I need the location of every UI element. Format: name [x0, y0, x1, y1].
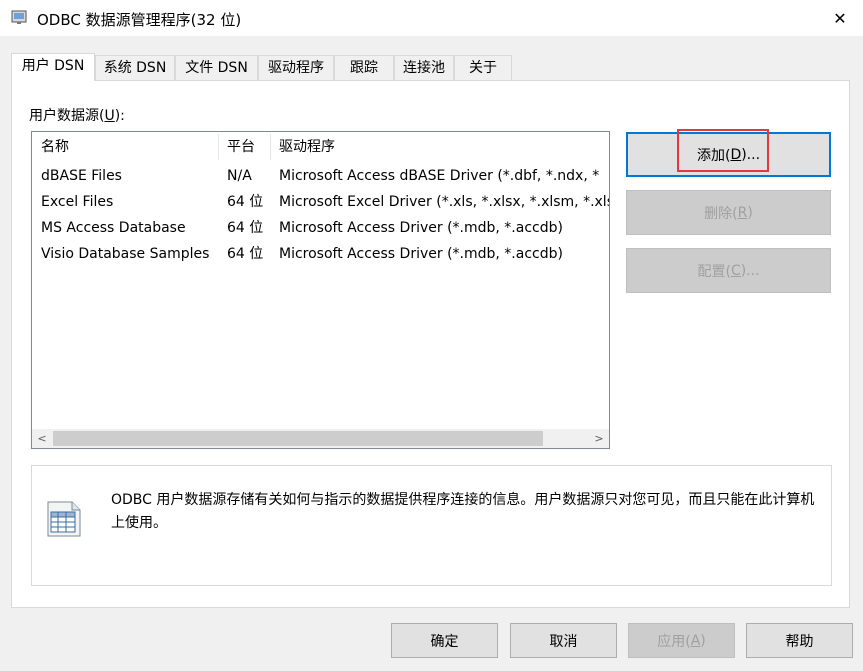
tab-about[interactable]: 关于 [454, 55, 512, 80]
tab-user-dsn[interactable]: 用户 DSN [11, 53, 95, 81]
column-header-platform[interactable]: 平台 [218, 132, 270, 162]
title-bar: ODBC 数据源管理程序(32 位) ✕ [0, 0, 863, 36]
cell-platform: 64 位 [227, 246, 264, 262]
cell-driver: Microsoft Access Driver (*.mdb, *.accdb) [279, 246, 563, 262]
configure-button[interactable]: 配置(C)... [626, 248, 831, 293]
help-button[interactable]: 帮助 [746, 623, 853, 658]
scroll-left-icon[interactable]: < [32, 429, 52, 448]
odbc-app-icon [11, 10, 27, 24]
tab-system-dsn[interactable]: 系统 DSN [95, 55, 175, 80]
cell-driver: Microsoft Excel Driver (*.xls, *.xlsx, *… [279, 194, 610, 210]
tab-tracing[interactable]: 跟踪 [334, 55, 394, 80]
cell-platform: N/A [227, 168, 252, 184]
scroll-right-icon[interactable]: > [589, 429, 609, 448]
info-box: ODBC 用户数据源存储有关如何与指示的数据提供程序连接的信息。用户数据源只对您… [31, 465, 832, 586]
tab-panel-user-dsn: 用户数据源(U): 名称 平台 驱动程序 dBASE Files N/A Mic… [11, 80, 850, 608]
tab-drivers[interactable]: 驱动程序 [258, 55, 334, 80]
cell-name: MS Access Database [41, 220, 186, 236]
cell-name: Excel Files [41, 194, 114, 210]
cell-name: dBASE Files [41, 168, 122, 184]
dialog-client: 用户 DSN 系统 DSN 文件 DSN 驱动程序 跟踪 连接池 关于 用户数据… [0, 36, 863, 671]
cell-driver: Microsoft Access Driver (*.mdb, *.accdb) [279, 220, 563, 236]
cell-name: Visio Database Samples [41, 246, 210, 262]
data-source-list[interactable]: 名称 平台 驱动程序 dBASE Files N/A Microsoft Acc… [31, 131, 610, 449]
column-header-name[interactable]: 名称 [32, 132, 218, 162]
list-item[interactable]: dBASE Files N/A Microsoft Access dBASE D… [32, 163, 609, 189]
list-item[interactable]: Visio Database Samples 64 位 Microsoft Ac… [32, 241, 609, 267]
cell-platform: 64 位 [227, 220, 264, 236]
user-data-sources-label: 用户数据源(U): [29, 108, 125, 124]
remove-button[interactable]: 删除(R) [626, 190, 831, 235]
list-item[interactable]: MS Access Database 64 位 Microsoft Access… [32, 215, 609, 241]
info-text: ODBC 用户数据源存储有关如何与指示的数据提供程序连接的信息。用户数据源只对您… [111, 492, 815, 531]
data-source-icon [47, 501, 81, 537]
tab-file-dsn[interactable]: 文件 DSN [175, 55, 258, 80]
horizontal-scrollbar[interactable]: < > [32, 429, 609, 448]
add-button[interactable]: 添加(D)... [626, 132, 831, 177]
close-icon: ✕ [833, 8, 847, 28]
column-header-driver[interactable]: 驱动程序 [270, 132, 609, 162]
list-header: 名称 平台 驱动程序 [32, 132, 609, 162]
window-title: ODBC 数据源管理程序(32 位) [37, 11, 242, 29]
list-item[interactable]: Excel Files 64 位 Microsoft Excel Driver … [32, 189, 609, 215]
close-button[interactable]: ✕ [817, 0, 863, 36]
tab-connection-pooling[interactable]: 连接池 [394, 55, 454, 80]
apply-button[interactable]: 应用(A) [628, 623, 735, 658]
cell-driver: Microsoft Access dBASE Driver (*.dbf, *.… [279, 168, 600, 184]
ok-button[interactable]: 确定 [391, 623, 498, 658]
scrollbar-thumb[interactable] [53, 431, 543, 446]
cell-platform: 64 位 [227, 194, 264, 210]
cancel-button[interactable]: 取消 [510, 623, 617, 658]
